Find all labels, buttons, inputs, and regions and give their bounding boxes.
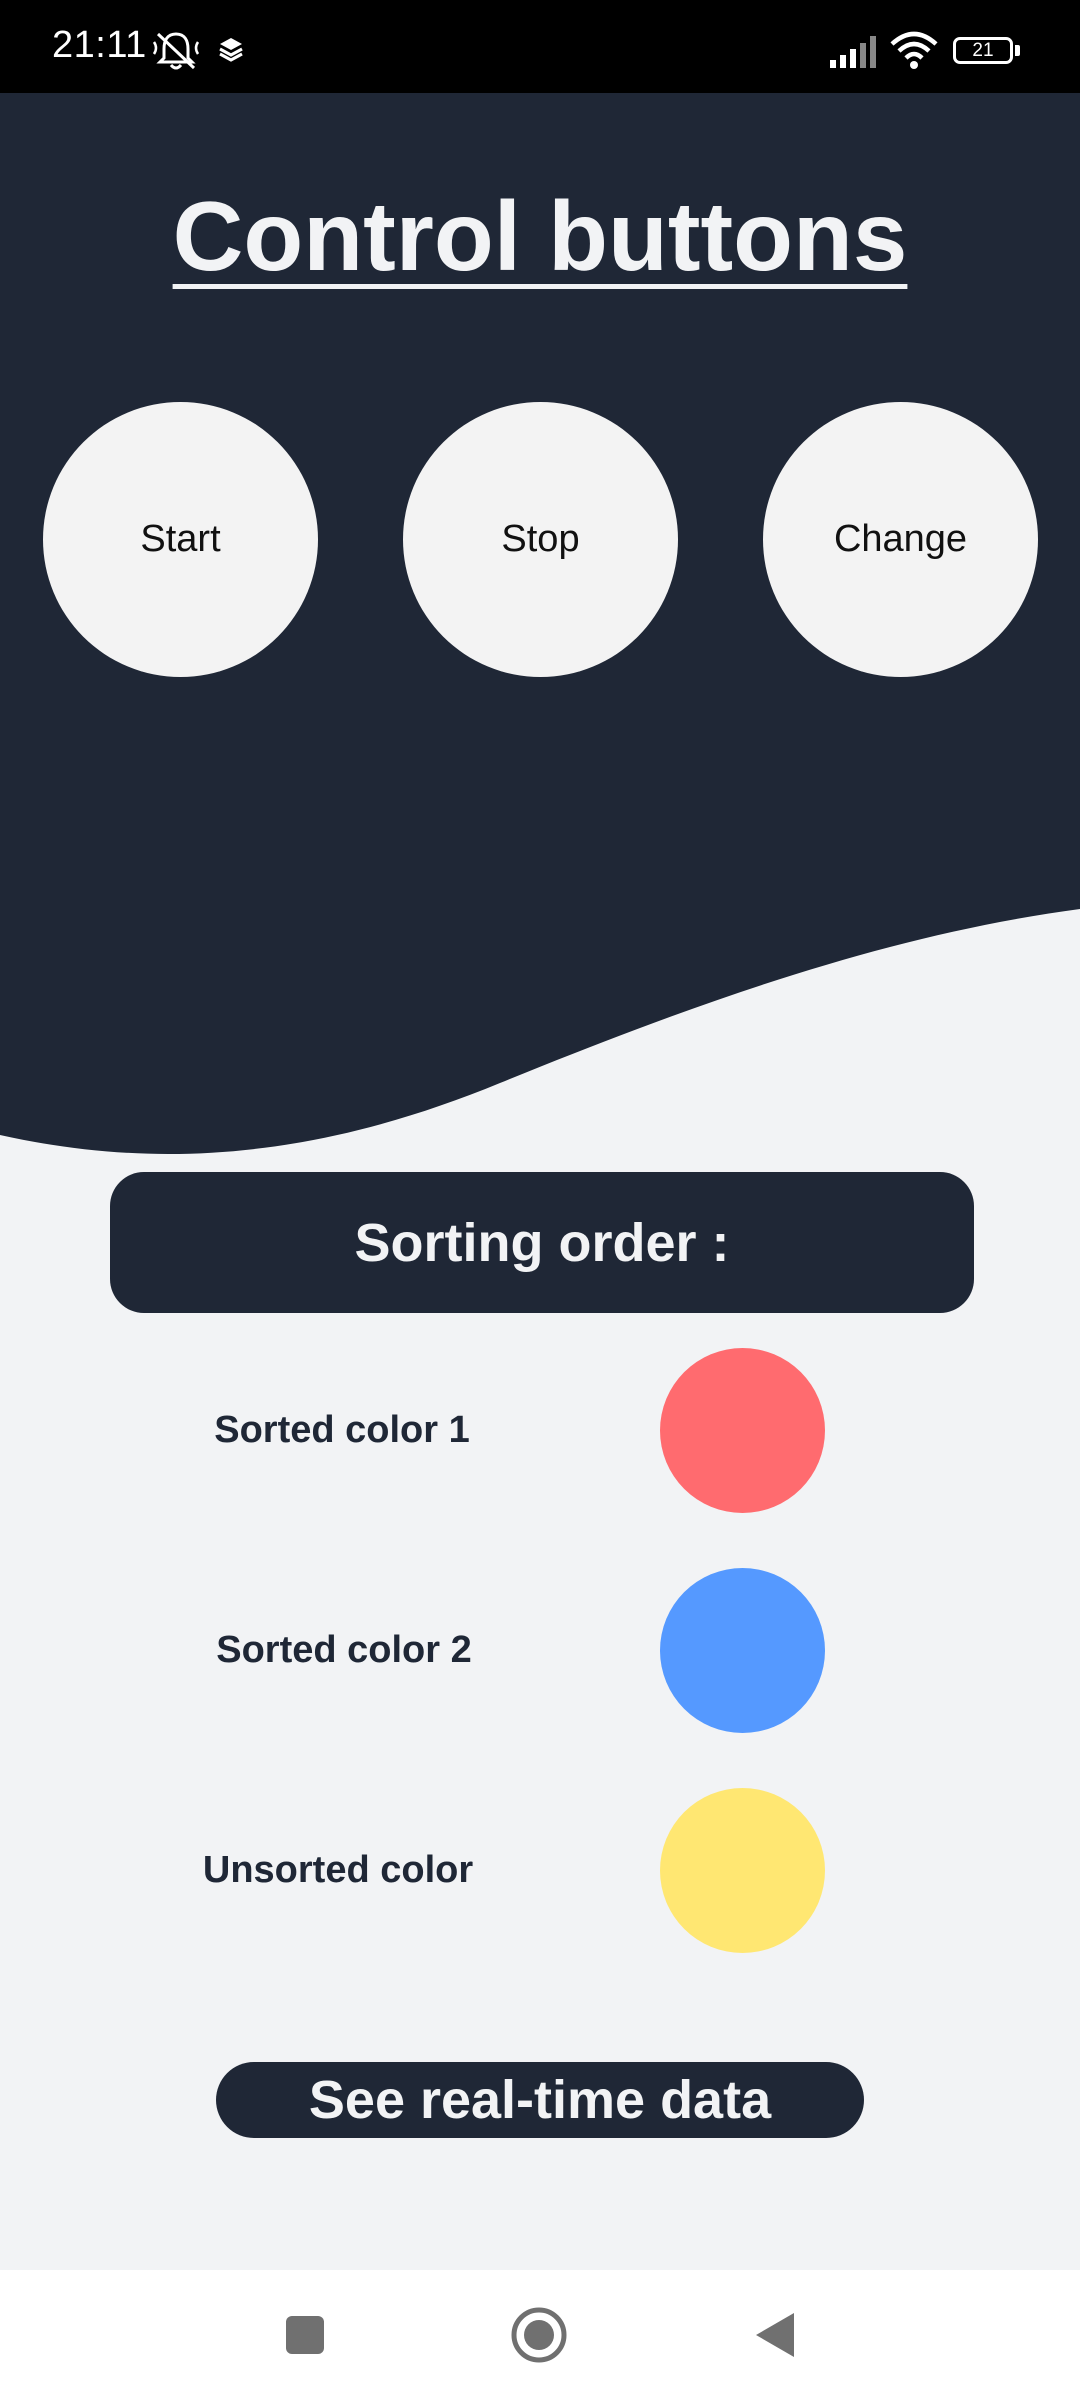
mute-notifications-icon [152,32,200,70]
back-icon[interactable] [740,2300,810,2370]
recent-apps-icon[interactable] [270,2300,340,2370]
page-title: Control buttons [172,181,908,291]
sorted-color-1-swatch [660,1348,825,1513]
battery-tip [1015,45,1020,56]
signal-icon [830,36,876,68]
sorted-color-2-label: Sorted color 2 [216,1629,472,1671]
layers-icon [219,38,243,62]
sorting-order-header: Sorting order : [110,1172,974,1313]
change-button[interactable]: Change [763,402,1038,677]
stop-button[interactable]: Stop [403,402,678,677]
unsorted-color-label: Unsorted color [202,1849,474,1891]
status-bar: 21:11 21 [0,0,1080,93]
status-time: 21:11 [52,24,147,66]
navigation-bar [0,2270,1080,2400]
wifi-icon [890,31,938,69]
home-icon[interactable] [504,2300,574,2370]
battery-icon: 21 [953,37,1013,64]
see-real-time-data-button[interactable]: See real-time data [216,2062,864,2138]
sorted-color-1-label: Sorted color 1 [214,1409,470,1451]
start-button[interactable]: Start [43,402,318,677]
unsorted-color-swatch [660,1788,825,1953]
sorted-color-2-swatch [660,1568,825,1733]
